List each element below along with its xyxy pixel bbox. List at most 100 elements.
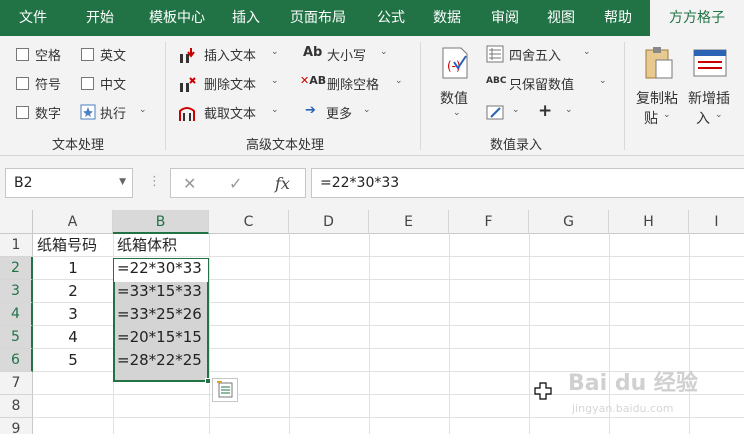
checkbox-chinese[interactable] (81, 77, 94, 90)
column-header-d[interactable]: D (289, 210, 369, 234)
delete-space-button[interactable]: ✕AB 删除空格 ⌄ (300, 73, 410, 95)
keep-numeric-button[interactable]: ABC 只保留数值 ⌄ (486, 73, 614, 95)
cell-a2[interactable]: 1 (33, 257, 113, 280)
row-header-5[interactable]: 5 (0, 326, 33, 349)
tab-page-layout[interactable]: 页面布局 (272, 0, 364, 36)
row-header-7[interactable]: 7 (0, 372, 33, 395)
row-header-4[interactable]: 4 (0, 303, 33, 326)
cell-a5[interactable]: 4 (33, 326, 113, 349)
row-header-6[interactable]: 6 (0, 349, 33, 372)
column-header-f[interactable]: F (449, 210, 529, 234)
tab-template-center[interactable]: 模板中心 (134, 0, 220, 36)
tab-review[interactable]: 审阅 (476, 0, 534, 36)
tab-file[interactable]: 文件 (0, 0, 66, 36)
checkbox-english-label: 英文 (100, 49, 127, 64)
delete-space-label: 删除空格 (327, 78, 380, 93)
cell-a4[interactable]: 3 (33, 303, 113, 326)
cell-b2[interactable]: =22*30*33 (117, 257, 202, 280)
tab-home[interactable]: 开始 (66, 0, 134, 36)
name-box-dropdown-icon[interactable]: ▼ (119, 177, 126, 187)
more-dropdown-icon: ⌄ (363, 105, 371, 115)
insert-function-icon[interactable]: fx (275, 174, 290, 193)
formula-text: =22*30*33 (320, 175, 400, 191)
checkbox-english[interactable] (81, 48, 94, 61)
execute-dropdown-icon: ⌄ (139, 105, 147, 115)
extract-text-dropdown-icon: ⌄ (271, 105, 279, 115)
row-header-3[interactable]: 3 (0, 280, 33, 303)
extract-text-button[interactable]: 截取文本 ⌄ (178, 102, 288, 124)
select-all-corner[interactable] (0, 210, 33, 234)
round-button[interactable]: 四舍五入 ⌄ (486, 44, 598, 66)
more-button[interactable]: ➔ 更多 ⌄ (305, 102, 385, 124)
checkbox-chinese-label: 中文 (100, 78, 127, 93)
numeric-button[interactable]: (-) 数值 ⌄ (432, 42, 478, 122)
tab-data[interactable]: 数据 (418, 0, 476, 36)
tab-fangfang-gezi[interactable]: 方方格子 (650, 0, 744, 36)
column-header-b[interactable]: B (113, 210, 209, 234)
spreadsheet-grid: A B C D E F G H I 1 2 3 4 5 6 7 8 9 纸箱号码… (0, 210, 744, 434)
execute-button[interactable]: 执行 ⌄ (80, 102, 150, 124)
plus-button[interactable]: + ⌄ (538, 101, 578, 124)
tab-insert[interactable]: 插入 (220, 0, 272, 36)
execute-label: 执行 (100, 107, 127, 122)
more-icon: ➔ (305, 103, 316, 118)
row-header-8[interactable]: 8 (0, 395, 33, 418)
copy-paste-button[interactable]: 复制粘 贴 ⌄ (634, 42, 686, 127)
insert-text-button[interactable]: 插入文本 ⌄ (178, 44, 288, 66)
fill-handle[interactable] (205, 378, 211, 384)
column-header-i[interactable]: I (689, 210, 744, 234)
execute-icon (80, 104, 96, 120)
group-separator (165, 42, 166, 150)
formula-input[interactable]: =22*30*33 (311, 168, 744, 198)
add-insert-label: 新增插 (688, 91, 730, 107)
add-insert-button[interactable]: 新增插 入 ⌄ (688, 42, 744, 127)
column-header-c[interactable]: C (209, 210, 289, 234)
delete-text-icon (180, 77, 196, 92)
column-header-e[interactable]: E (369, 210, 449, 234)
row-header-1[interactable]: 1 (0, 234, 33, 257)
gridline (689, 234, 690, 434)
group-label-numeric-entry: 数值录入 (490, 138, 543, 153)
numeric-dropdown-icon: ⌄ (453, 108, 461, 118)
edit-dropdown-icon: ⌄ (512, 105, 520, 115)
baidu-watermark-url: jingyan.baidu.com (572, 402, 674, 415)
case-label: 大小写 (327, 49, 367, 64)
copy-paste-dropdown-icon: ⌄ (663, 110, 671, 120)
gridline (369, 234, 370, 434)
group-label-text-processing: 文本处理 (52, 138, 105, 153)
edit-button[interactable]: ⌄ (486, 102, 526, 124)
column-header-g[interactable]: G (529, 210, 609, 234)
cell-a6[interactable]: 5 (33, 349, 113, 372)
checkbox-symbol[interactable] (16, 77, 29, 90)
checkbox-number[interactable] (16, 106, 29, 119)
gridline (529, 234, 530, 434)
row-header-9[interactable]: 9 (0, 418, 33, 434)
column-header-h[interactable]: H (609, 210, 689, 234)
cell-b5[interactable]: =20*15*15 (117, 326, 202, 349)
delete-text-button[interactable]: 删除文本 ⌄ (178, 73, 288, 95)
row-header-2[interactable]: 2 (0, 257, 33, 280)
checkbox-space[interactable] (16, 48, 29, 61)
cell-b4[interactable]: =33*25*26 (117, 303, 202, 326)
cell-b6[interactable]: =28*22*25 (117, 349, 202, 372)
cell-a3[interactable]: 2 (33, 280, 113, 303)
tab-help[interactable]: 帮助 (588, 0, 648, 36)
cursor-crosshair-icon (534, 382, 552, 400)
extract-text-icon (179, 107, 195, 121)
tab-view[interactable]: 视图 (534, 0, 588, 36)
copy-paste-label-line2: 贴 (644, 111, 658, 127)
column-header-a[interactable]: A (33, 210, 113, 234)
enter-icon[interactable]: ✓ (229, 174, 242, 193)
cell-b1[interactable]: 纸箱体积 (117, 234, 177, 257)
name-box[interactable]: B2 ▼ (5, 168, 133, 198)
cancel-icon[interactable]: ✕ (183, 174, 196, 193)
numeric-icon: (-) (442, 47, 468, 79)
case-button[interactable]: Ab 大小写 ⌄ (303, 44, 403, 66)
cell-a1[interactable]: 纸箱号码 (37, 234, 97, 257)
quick-analysis-button[interactable] (212, 378, 238, 402)
tab-formulas[interactable]: 公式 (364, 0, 418, 36)
delete-text-label: 删除文本 (204, 78, 257, 93)
group-separator (624, 42, 625, 150)
cell-b3[interactable]: =33*15*33 (117, 280, 202, 303)
plus-icon: + (538, 101, 553, 121)
